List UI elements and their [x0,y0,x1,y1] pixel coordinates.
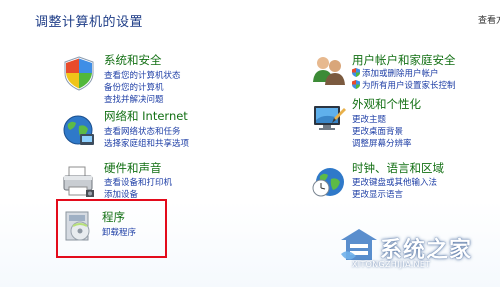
uac-shield-icon [352,80,360,89]
uac-shield-icon [352,68,360,77]
category-title-accounts[interactable]: 用户帐户和家庭安全 [352,52,456,68]
globe-network-icon[interactable] [60,112,98,150]
category-system-security: 系统和安全 查看您的计算机状态 备份您的计算机 查找并解决问题 [60,52,240,108]
category-clock-language: 时钟、语言和区域 更改键盘或其他输入法 更改显示语言 [310,160,495,200]
users-icon[interactable] [310,52,348,90]
category-user-accounts: 用户帐户和家庭安全 添加或删除用户帐户 为所有用户设置家长控制 [310,52,495,92]
category-title-clock[interactable]: 时钟、语言和区域 [352,160,444,176]
link-view-computer-status[interactable]: 查看您的计算机状态 [104,69,181,81]
link-add-remove-accounts-label: 添加或删除用户帐户 [362,69,439,79]
link-backup-computer[interactable]: 备份您的计算机 [104,81,164,93]
view-by-label[interactable]: 查看方 [478,13,500,26]
link-devices-printers[interactable]: 查看设备和打印机 [104,176,172,188]
category-appearance: 外观和个性化 更改主题 更改桌面背景 调整屏幕分辨率 [310,96,495,152]
site-watermark: 系统之家 XITONGZHIJIA.NET [338,224,498,276]
link-homegroup-sharing[interactable]: 选择家庭组和共享选项 [104,137,189,149]
category-programs: 程序 卸载程序 [60,208,160,252]
category-network-internet: 网络和 Internet 查看网络状态和任务 选择家庭组和共享选项 [60,108,240,152]
category-title-network[interactable]: 网络和 Internet [104,108,188,124]
link-parental-controls[interactable]: 为所有用户设置家长控制 [352,79,456,91]
shield-icon[interactable] [60,54,98,92]
appearance-icon[interactable] [310,100,348,138]
link-change-keyboard[interactable]: 更改键盘或其他输入法 [352,176,437,188]
link-uninstall-program[interactable]: 卸载程序 [102,226,136,238]
link-find-fix-problems[interactable]: 查找并解决问题 [104,93,164,105]
link-change-desktop-background[interactable]: 更改桌面背景 [352,125,403,137]
link-add-remove-accounts[interactable]: 添加或删除用户帐户 [352,67,439,79]
link-change-theme[interactable]: 更改主题 [352,113,386,125]
link-adjust-resolution[interactable]: 调整屏幕分辨率 [352,137,412,149]
programs-icon[interactable] [60,208,98,246]
link-parental-controls-label: 为所有用户设置家长控制 [362,81,456,91]
watermark-subtext: XITONGZHIJIA.NET [352,260,431,269]
page-title: 调整计算机的设置 [35,15,144,30]
printer-icon[interactable] [60,162,98,200]
category-title-hardware[interactable]: 硬件和声音 [104,160,162,176]
link-network-status[interactable]: 查看网络状态和任务 [104,125,181,137]
category-hardware-sound: 硬件和声音 查看设备和打印机 添加设备 [60,160,240,200]
clock-globe-icon[interactable] [310,162,348,200]
category-title-appearance[interactable]: 外观和个性化 [352,96,421,112]
category-title-programs[interactable]: 程序 [102,209,125,225]
link-change-display-language[interactable]: 更改显示语言 [352,188,403,200]
category-title-system[interactable]: 系统和安全 [104,52,162,68]
